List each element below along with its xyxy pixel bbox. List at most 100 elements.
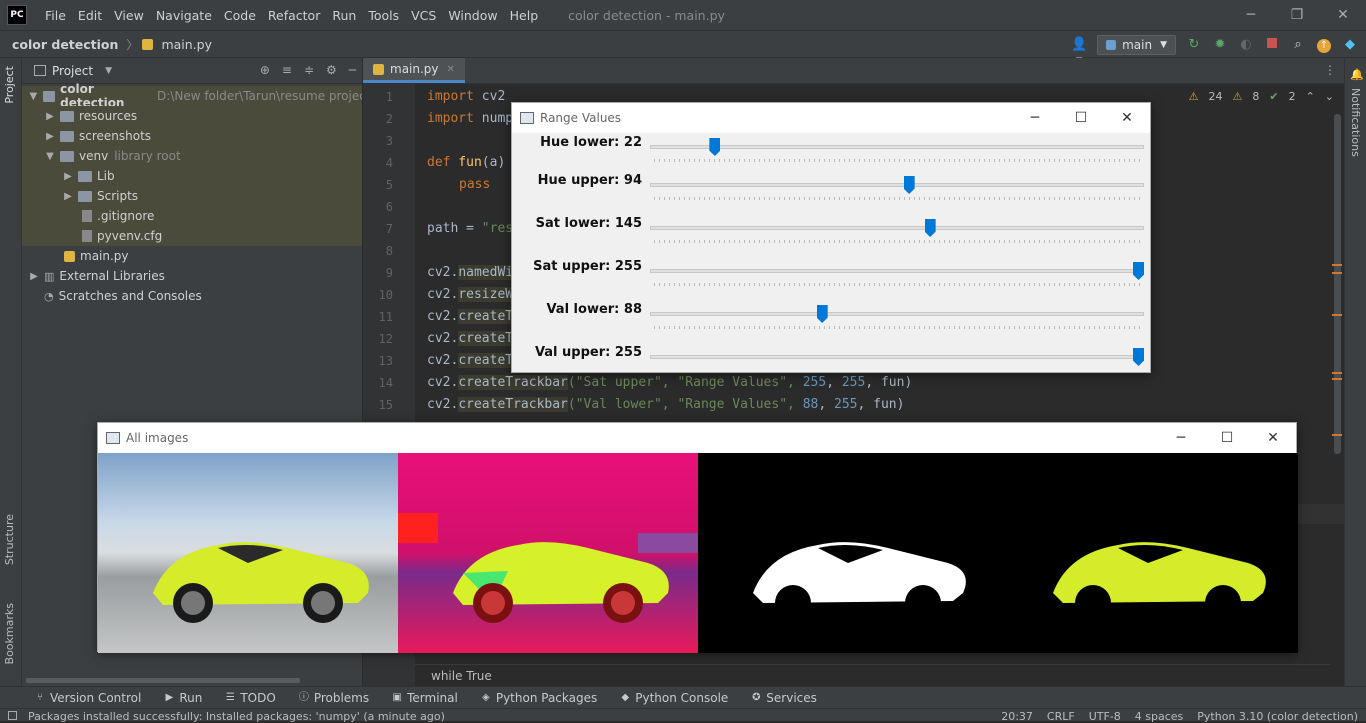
scroll-thumb[interactable] [1334, 114, 1341, 454]
run-config-select[interactable]: main ▼ [1097, 35, 1176, 55]
images-window-titlebar[interactable]: All images ─ ☐ ✕ [98, 423, 1296, 453]
code-line-9[interactable]: cv2.namedWi [427, 265, 514, 280]
hide-icon[interactable]: ─ [349, 63, 356, 77]
warning-marker[interactable] [1332, 264, 1342, 266]
trackbar-thumb[interactable] [924, 219, 936, 237]
menu-help[interactable]: Help [504, 8, 545, 23]
menu-vcs[interactable]: VCS [405, 8, 442, 23]
breadcrumb-file[interactable]: main.py [161, 37, 212, 52]
tree-item-external-libraries[interactable]: ▶ ▥ External Libraries [22, 266, 362, 286]
code-line-2[interactable]: import nump [427, 111, 513, 126]
code-line-7[interactable]: path = "res [427, 221, 513, 236]
status-toggle-icon[interactable] [8, 711, 17, 720]
menu-run[interactable]: Run [326, 8, 362, 23]
tab-structure[interactable]: Structure [3, 514, 16, 565]
tree-item-pyvenv[interactable]: pyvenv.cfg [22, 226, 362, 246]
tab-notifications[interactable]: Notifications [1349, 88, 1362, 157]
chevron-down-icon[interactable]: ⌄ [1325, 90, 1334, 103]
menu-refactor[interactable]: Refactor [262, 8, 326, 23]
range-window-titlebar[interactable]: Range Values ─ ☐ ✕ [512, 103, 1150, 133]
chevron-right-icon[interactable]: ▶ [62, 171, 74, 182]
user-icon[interactable]: 👤▾ [1071, 37, 1087, 68]
code-line-13[interactable]: cv2.createT [427, 353, 514, 368]
status-message[interactable]: Packages installed successfully: Install… [28, 710, 445, 723]
project-panel-title[interactable]: Project [52, 64, 93, 78]
tab-services[interactable]: ✪ Services [750, 690, 817, 706]
close-icon[interactable]: ✕ [1104, 103, 1150, 133]
trackbar-track[interactable] [650, 183, 1144, 187]
tree-item-main[interactable]: main.py [22, 246, 362, 266]
breadcrumb-label[interactable]: while True [431, 669, 492, 683]
warning-marker[interactable] [1332, 378, 1342, 380]
menu-view[interactable]: View [108, 8, 150, 23]
tree-item-lib[interactable]: ▶ Lib [22, 166, 362, 186]
chevron-down-icon[interactable]: ▼ [44, 151, 56, 162]
breadcrumb-project[interactable]: color detection [12, 37, 118, 52]
trackbar-track[interactable] [650, 355, 1144, 359]
tree-item-scripts[interactable]: ▶ Scripts [22, 186, 362, 206]
caret-position[interactable]: 20:37 [1001, 710, 1033, 723]
trackbar-thumb[interactable] [1133, 262, 1144, 280]
tab-todo[interactable]: ☰ TODO [224, 690, 276, 706]
chevron-right-icon[interactable]: ▶ [62, 191, 74, 202]
tab-main-py[interactable]: main.py ✕ [363, 58, 465, 83]
chevron-right-icon[interactable]: ▶ [28, 271, 40, 282]
tab-python-console[interactable]: ◆ Python Console [619, 690, 728, 706]
menu-code[interactable]: Code [218, 8, 262, 23]
warning-marker[interactable] [1332, 434, 1342, 436]
update-icon[interactable]: ↑ [1316, 37, 1332, 53]
debug-icon[interactable]: ✹ [1212, 37, 1228, 53]
inspection-widget[interactable]: ⚠ 24 ⚠ 8 ✔ 2 ⌃ ⌄ [1189, 90, 1334, 103]
tree-item-gitignore[interactable]: .gitignore [22, 206, 362, 226]
locate-icon[interactable]: ⊕ [260, 63, 270, 77]
editor-scrollbar[interactable] [1330, 114, 1344, 684]
warning-marker[interactable] [1332, 314, 1342, 316]
rerun-icon[interactable]: ↻ [1186, 37, 1202, 53]
menu-tools[interactable]: Tools [362, 8, 405, 23]
stop-icon[interactable] [1264, 37, 1280, 53]
tree-item-scratches[interactable]: ◔ Scratches and Consoles [22, 286, 362, 306]
maximize-icon[interactable]: ☐ [1058, 103, 1104, 133]
interpreter-selector[interactable]: Python 3.10 (color detection) [1197, 710, 1358, 723]
chevron-down-icon[interactable]: ▼ [28, 91, 39, 102]
menu-navigate[interactable]: Navigate [150, 8, 218, 23]
code-line-1[interactable]: import cv2 [427, 89, 505, 104]
tree-item-root[interactable]: ▼ color detection D:\New folder\Tarun\re… [22, 82, 362, 110]
tree-item-screenshots[interactable]: ▶ screenshots [22, 126, 362, 146]
restore-icon[interactable]: ❐ [1274, 0, 1320, 30]
expand-all-icon[interactable]: ≡ [282, 63, 292, 77]
tab-bookmarks[interactable]: Bookmarks [3, 603, 16, 664]
code-line-12[interactable]: cv2.createT [427, 331, 514, 346]
trackbar-thumb[interactable] [709, 138, 721, 156]
minimize-icon[interactable]: ─ [1228, 0, 1274, 30]
code-line-15[interactable]: cv2.createTrackbar("Val lower", "Range V… [427, 397, 904, 412]
code-line-5[interactable]: pass [459, 177, 490, 192]
menu-window[interactable]: Window [442, 8, 503, 23]
close-icon[interactable]: ✕ [1250, 423, 1296, 453]
tree-item-venv[interactable]: ▼ venv library root [22, 146, 362, 166]
file-encoding[interactable]: UTF-8 [1089, 710, 1121, 723]
warning-marker[interactable] [1332, 272, 1342, 274]
tab-version-control[interactable]: ⑂ Version Control [34, 690, 141, 706]
tab-terminal[interactable]: ▣ Terminal [391, 690, 457, 706]
code-line-4[interactable]: def fun(a) [427, 155, 505, 170]
warning-marker[interactable] [1332, 372, 1342, 374]
gear-icon[interactable]: ⚙ [326, 63, 337, 77]
trackbar-track[interactable] [650, 145, 1144, 149]
tab-run[interactable]: ▶ Run [163, 690, 202, 706]
tab-python-packages[interactable]: ◈ Python Packages [480, 690, 597, 706]
chevron-right-icon[interactable]: ▶ [44, 131, 56, 142]
close-tab-icon[interactable]: ✕ [447, 64, 455, 75]
menu-file[interactable]: File [39, 8, 72, 23]
code-line-11[interactable]: cv2.createT [427, 309, 514, 324]
more-icon[interactable]: ⋮ [1324, 63, 1336, 77]
chevron-down-icon[interactable]: ▼ [105, 66, 112, 76]
line-separator[interactable]: CRLF [1047, 710, 1075, 723]
trackbar-track[interactable] [650, 269, 1144, 273]
horizontal-scrollbar[interactable] [26, 678, 300, 683]
maximize-icon[interactable]: ☐ [1204, 423, 1250, 453]
trackbar-track[interactable] [650, 312, 1144, 316]
search-icon[interactable]: ⌕ [1290, 37, 1306, 53]
tree-item-resources[interactable]: ▶ resources [22, 106, 362, 126]
indent-setting[interactable]: 4 spaces [1135, 710, 1184, 723]
